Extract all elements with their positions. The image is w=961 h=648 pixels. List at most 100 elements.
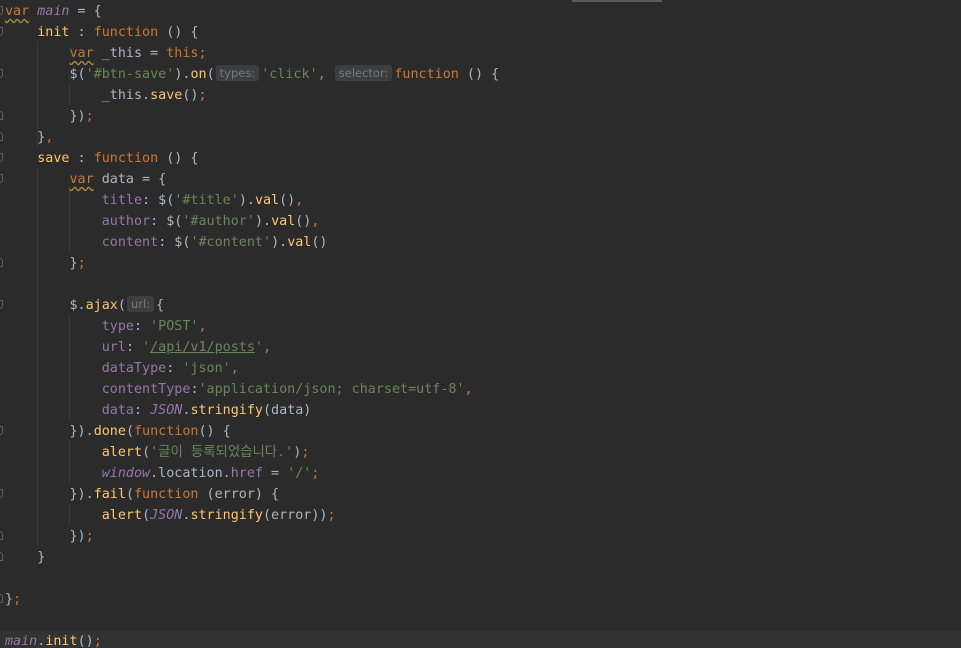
code-line[interactable] — [0, 610, 961, 631]
token: ; — [85, 109, 94, 124]
token: data — [101, 403, 134, 418]
code-line[interactable]: alert('글이 등록되었습니다.'); — [0, 442, 961, 463]
token: function — [93, 25, 159, 40]
code-line[interactable]: alert(JSON.stringify(error)); — [0, 505, 961, 526]
code-line[interactable]: url: '/api/v1/posts', — [0, 337, 961, 358]
token: '/api/v1/posts' — [142, 340, 263, 355]
token: fail — [93, 487, 126, 502]
fold-marker[interactable] — [0, 69, 3, 78]
code-line[interactable]: } — [0, 547, 961, 568]
fold-marker[interactable] — [0, 111, 3, 120]
token: function — [93, 151, 159, 166]
token: 'json' — [182, 361, 231, 376]
token: ; — [311, 466, 320, 481]
code-line[interactable]: $.ajax(url:{ — [0, 295, 961, 316]
token: save — [37, 151, 70, 166]
code-line[interactable]: init : function () { — [0, 22, 961, 43]
code-line[interactable]: }, — [0, 127, 961, 148]
code-line[interactable]: author: $('#author').val(), — [0, 211, 961, 232]
fold-marker[interactable] — [0, 27, 3, 36]
code-line[interactable]: }); — [0, 526, 961, 547]
code-line[interactable]: title: $('#title').val(), — [0, 190, 961, 211]
token: '/' — [287, 466, 312, 481]
code-line-text: init : function () { — [37, 25, 199, 40]
token: ; — [77, 256, 86, 271]
code-line[interactable]: contentType:'application/json; charset=u… — [0, 379, 961, 400]
code-line-text: var _this = this; — [69, 46, 207, 61]
fold-marker[interactable] — [0, 132, 3, 141]
fold-marker[interactable] — [0, 153, 3, 162]
token: init — [37, 25, 70, 40]
code-line-text: } — [5, 550, 46, 565]
token: author — [101, 214, 151, 229]
code-editor[interactable]: var main = { init : function () { var _t… — [0, 0, 961, 648]
token: dataType — [101, 361, 167, 376]
token: , — [198, 319, 207, 334]
code-line[interactable]: dataType: 'json', — [0, 358, 961, 379]
code-line[interactable]: content: $('#content').val() — [0, 232, 961, 253]
fold-marker[interactable] — [0, 6, 3, 15]
token: on — [190, 67, 207, 82]
fold-marker[interactable] — [0, 489, 3, 498]
fold-marker[interactable] — [0, 300, 3, 309]
code-line[interactable]: }; — [0, 253, 961, 274]
code-line-text: title: $('#title').val(), — [101, 193, 304, 208]
code-line[interactable] — [0, 274, 961, 295]
token: alert — [101, 445, 143, 460]
token: function — [134, 487, 199, 502]
token: this; — [166, 46, 207, 61]
code-line[interactable]: _this.save(); — [0, 85, 961, 106]
code-line-text: alert('글이 등록되었습니다.'); — [101, 445, 310, 460]
token: , — [263, 340, 272, 355]
inlay-hint: url: — [126, 296, 155, 312]
token: contentType — [101, 382, 191, 397]
token: '#author' — [182, 214, 255, 229]
token: ; — [13, 592, 22, 607]
token: '#content' — [190, 235, 272, 250]
url-link[interactable]: /api/v1/posts — [150, 340, 255, 355]
token: init — [45, 634, 78, 648]
code-line[interactable]: type: 'POST', — [0, 316, 961, 337]
token: , — [311, 214, 320, 229]
code-line[interactable] — [0, 568, 961, 589]
fold-marker[interactable] — [0, 174, 3, 183]
token: 'application/json; charset=utf-8' — [198, 382, 465, 397]
fold-marker[interactable] — [0, 552, 3, 561]
token: ; — [301, 445, 310, 460]
token: , — [464, 382, 473, 397]
token: '#btn-save' — [85, 67, 175, 82]
code-line[interactable]: var main = { — [0, 1, 961, 22]
token: 'click' — [261, 67, 318, 82]
token: type — [101, 319, 134, 334]
code-line-text: }); — [5, 529, 94, 544]
token: '글이 등록되었습니다.' — [150, 445, 294, 460]
token: '#title' — [174, 193, 239, 208]
code-line[interactable]: }); — [0, 106, 961, 127]
code-line[interactable]: window.location.href = '/'; — [0, 463, 961, 484]
code-line[interactable]: }).fail(function (error) { — [0, 484, 961, 505]
code-line-text: data: JSON.stringify(data) — [101, 403, 312, 418]
fold-marker[interactable] — [0, 426, 3, 435]
token: content — [101, 235, 159, 250]
code-line[interactable]: $('#btn-save').on(types:'click', selecto… — [0, 64, 961, 85]
code-line-current[interactable]: main.init(); — [0, 631, 961, 648]
code-line[interactable]: }).done(function() { — [0, 421, 961, 442]
code-line[interactable]: save : function () { — [0, 148, 961, 169]
token: var — [69, 172, 94, 187]
token: url — [101, 340, 126, 355]
code-line-text: var data = { — [69, 172, 167, 187]
token: val — [254, 193, 280, 208]
inlay-hint: types: — [215, 65, 260, 81]
code-line[interactable]: var data = { — [0, 169, 961, 190]
code-line-text: contentType:'application/json; charset=u… — [101, 382, 473, 397]
fold-marker[interactable] — [0, 594, 3, 603]
fold-marker[interactable] — [0, 531, 3, 540]
fold-marker[interactable] — [0, 258, 3, 267]
code-line[interactable]: var _this = this; — [0, 43, 961, 64]
token: var — [69, 46, 94, 61]
token: save — [150, 88, 183, 103]
code-line-text: }).fail(function (error) { — [5, 487, 280, 502]
code-line[interactable]: data: JSON.stringify(data) — [0, 400, 961, 421]
code-line[interactable]: }; — [0, 589, 961, 610]
code-line-text: var main = { — [5, 4, 102, 19]
